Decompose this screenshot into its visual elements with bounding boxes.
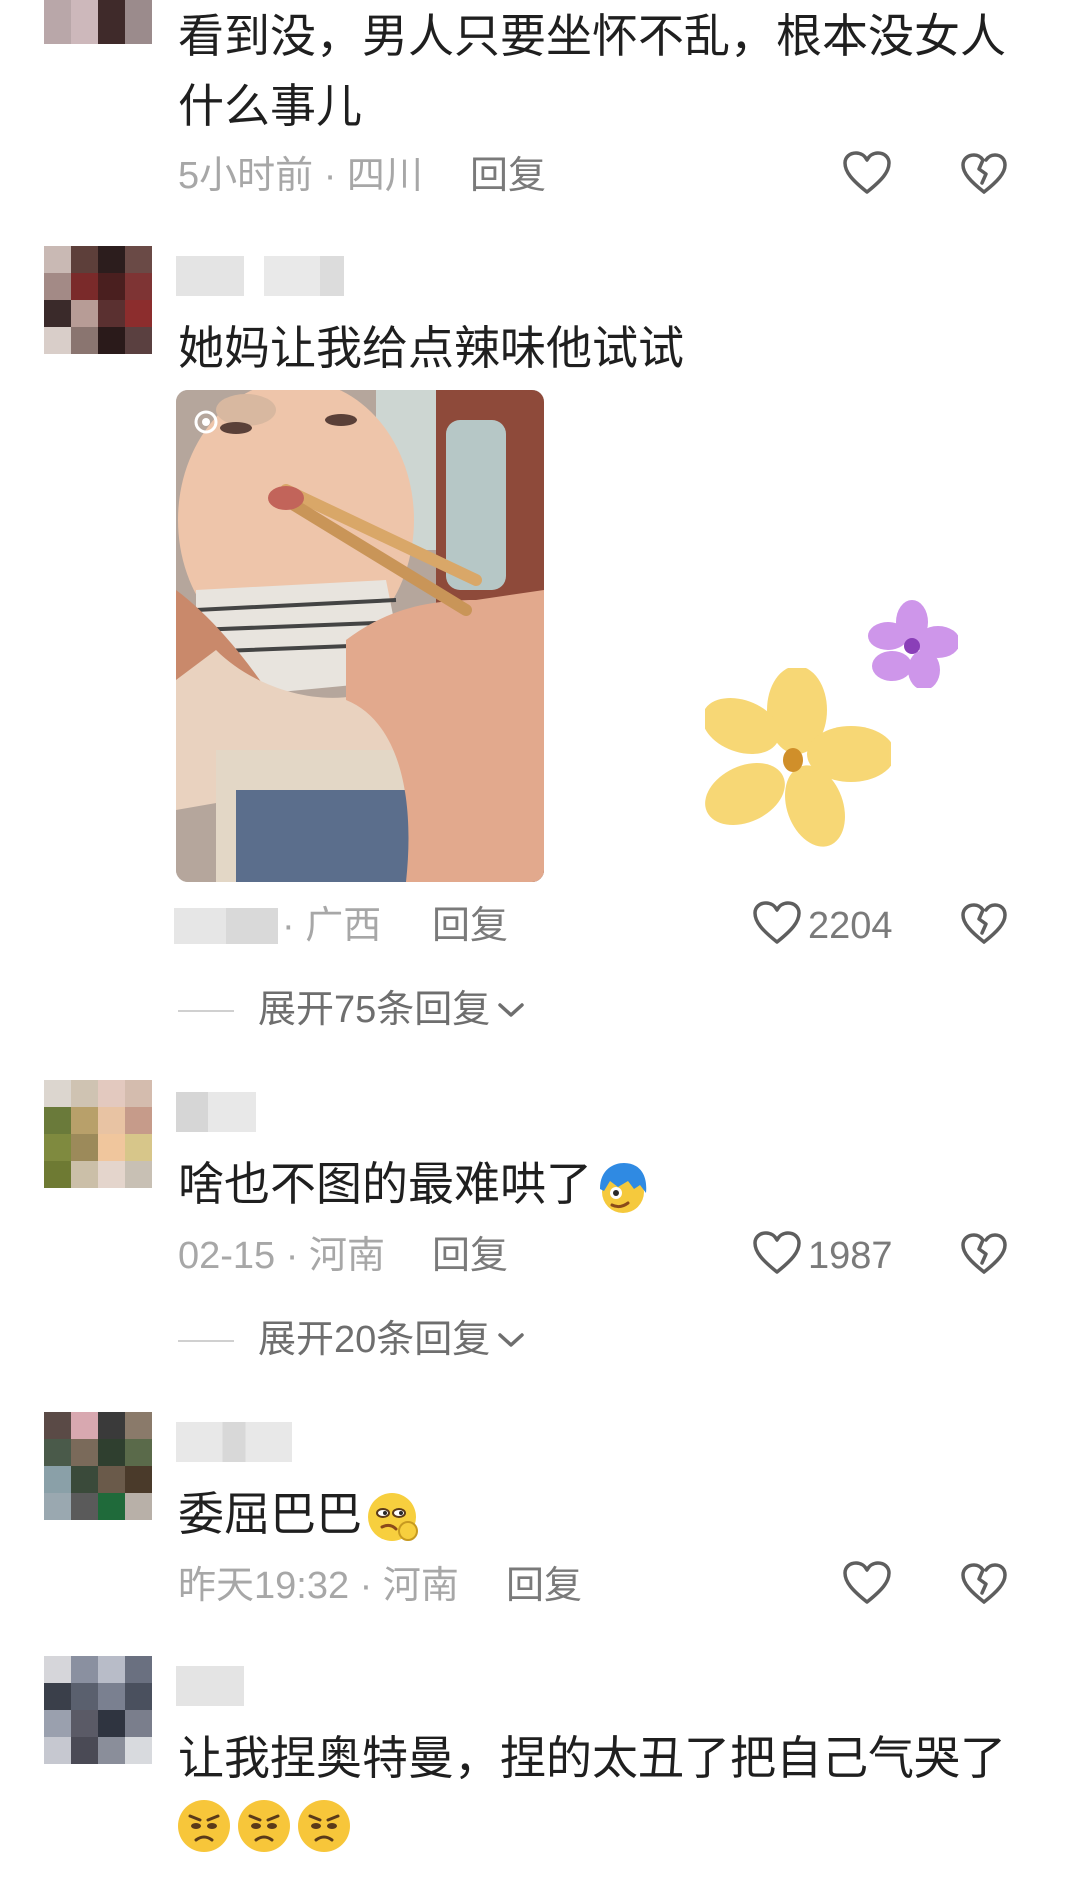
crying-emoji-icon	[178, 1800, 230, 1852]
chevron-down-icon	[498, 1333, 525, 1347]
comment-photo[interactable]	[176, 390, 544, 882]
avatar[interactable]	[44, 1412, 152, 1520]
reply-button[interactable]: 回复	[506, 1562, 582, 1610]
comment-text: 什么事儿	[178, 80, 362, 132]
expand-replies-button[interactable]: 展开20条回复	[258, 1316, 526, 1364]
chevron-down-icon	[498, 1003, 525, 1017]
heart-outline-icon[interactable]	[752, 900, 802, 946]
emoji-row	[176, 1798, 352, 1854]
broken-heart-icon[interactable]	[960, 1562, 1008, 1606]
comment-text: 啥也不图的最难哄了	[178, 1154, 652, 1217]
comment-text: 她妈让我给点辣味他试试	[178, 322, 684, 374]
username[interactable]	[264, 256, 344, 296]
avatar[interactable]	[44, 0, 152, 44]
expand-label: 展开75条回复	[258, 989, 491, 1031]
reply-button[interactable]: 回复	[470, 152, 546, 200]
heart-outline-icon[interactable]	[842, 150, 892, 196]
username[interactable]	[176, 1422, 292, 1462]
comment-text: 让我捏奥特曼，捏的太丑了把自己气哭了	[178, 1732, 1006, 1784]
username[interactable]	[176, 1666, 244, 1706]
comment-meta: · 广西	[282, 905, 382, 947]
expand-replies-button[interactable]: 展开75条回复	[258, 986, 526, 1034]
reply-button[interactable]: 回复	[432, 1232, 508, 1280]
comment-meta: 5小时前 · 四川	[178, 155, 423, 197]
comment-meta: 昨天19:32 · 河南	[178, 1565, 459, 1607]
like-count: 1987	[808, 1235, 893, 1277]
heart-outline-icon[interactable]	[752, 1230, 802, 1276]
reply-button[interactable]: 回复	[432, 902, 508, 950]
comment-text: 看到没，男人只要坐怀不乱，根本没女人	[178, 10, 1006, 62]
grievance-emoji-icon	[368, 1492, 418, 1541]
expand-divider	[178, 1340, 234, 1342]
blue-hair-emoji-icon	[600, 1162, 647, 1213]
comment-meta: 02-15 · 河南	[178, 1235, 385, 1277]
username[interactable]	[176, 256, 244, 296]
flower-sticker	[702, 666, 895, 853]
broken-heart-icon[interactable]	[960, 1232, 1008, 1276]
comment-text: 委屈巴巴	[178, 1484, 422, 1547]
flower-sticker	[868, 600, 960, 693]
avatar[interactable]	[44, 1656, 152, 1764]
expand-divider	[178, 1010, 234, 1012]
heart-outline-icon[interactable]	[842, 1560, 892, 1606]
username-blur	[174, 908, 278, 944]
crying-emoji-icon	[298, 1800, 350, 1852]
broken-heart-icon[interactable]	[960, 902, 1008, 946]
crying-emoji-icon	[238, 1800, 290, 1852]
avatar[interactable]	[44, 1080, 152, 1188]
avatar[interactable]	[44, 246, 152, 354]
username[interactable]	[176, 1092, 256, 1132]
expand-label: 展开20条回复	[258, 1319, 491, 1361]
like-count: 2204	[808, 905, 893, 947]
broken-heart-icon[interactable]	[960, 152, 1008, 196]
